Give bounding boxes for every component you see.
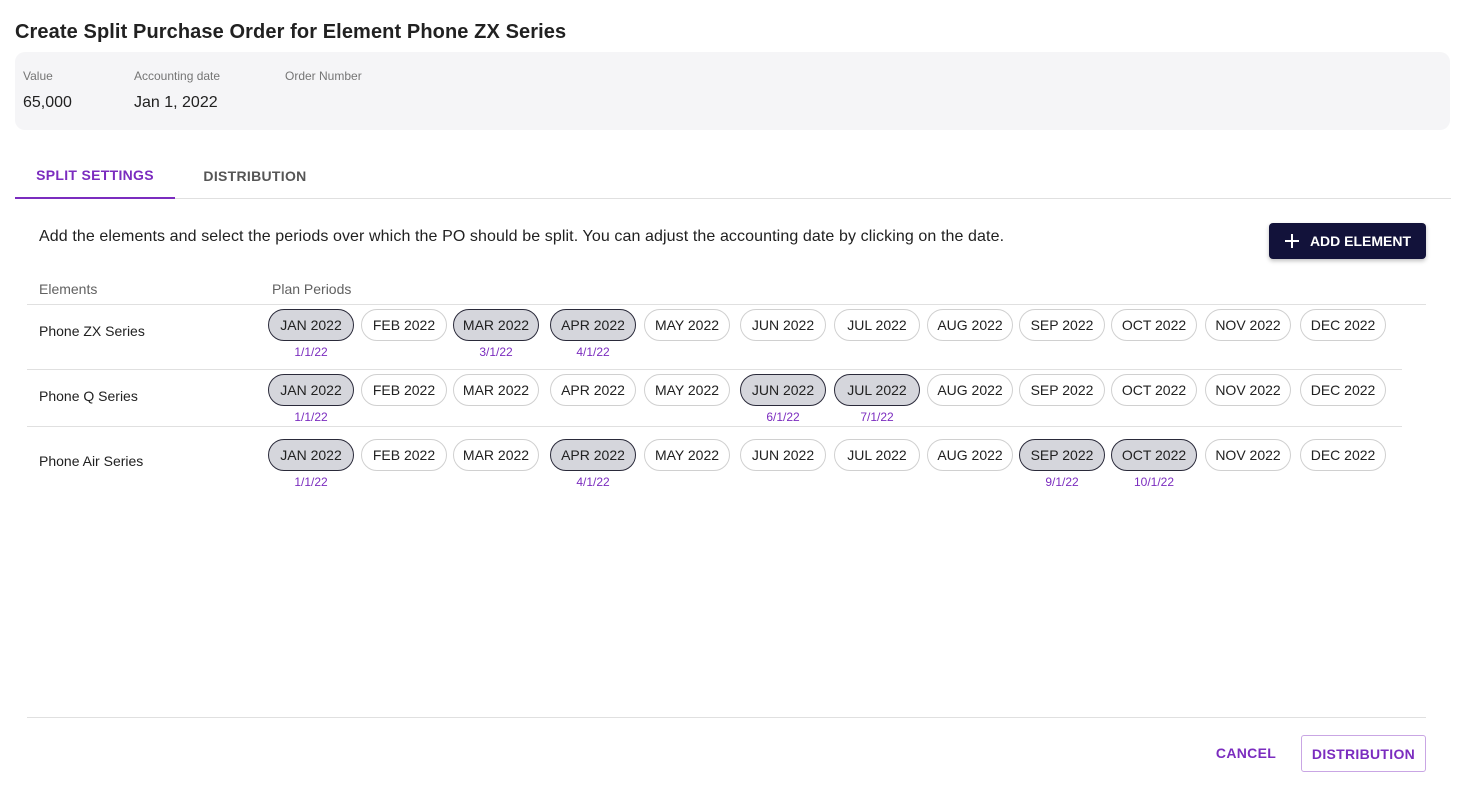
period-chip[interactable]: JAN 2022 — [268, 309, 354, 341]
period-chip[interactable]: OCT 2022 — [1111, 439, 1197, 471]
value-label: Value — [23, 69, 53, 83]
period-chip[interactable]: JUL 2022 — [834, 374, 920, 406]
tab-distribution[interactable]: DISTRIBUTION — [175, 152, 335, 199]
period-chip[interactable]: AUG 2022 — [927, 374, 1013, 406]
element-row: Phone Air Series 1/1/22 JAN 2022 FEB 2022 MA… — [27, 427, 1402, 492]
add-element-button[interactable]: ADD ELEMENT — [1269, 223, 1426, 259]
distribution-button[interactable]: DISTRIBUTION — [1301, 735, 1426, 772]
period-chip[interactable]: FEB 2022 — [361, 309, 447, 341]
period-chip[interactable]: OCT 2022 — [1111, 374, 1197, 406]
period-chip[interactable]: DEC 2022 — [1300, 309, 1386, 341]
period-chip[interactable]: AUG 2022 — [927, 439, 1013, 471]
accounting-date-link[interactable]: 1/1/22 — [268, 410, 354, 424]
period-chip[interactable]: DEC 2022 — [1300, 374, 1386, 406]
period-chip[interactable]: NOV 2022 — [1205, 439, 1291, 471]
accounting-date-label: Accounting date — [134, 69, 221, 83]
period-chip[interactable]: NOV 2022 — [1205, 309, 1291, 341]
element-name: Phone Air Series — [39, 453, 144, 469]
elements-column-header: Elements — [39, 281, 98, 297]
accounting-date-link[interactable]: 7/1/22 — [834, 410, 920, 424]
accounting-date-link[interactable]: 3/1/22 — [453, 345, 539, 359]
period-chip[interactable]: OCT 2022 — [1111, 309, 1197, 341]
footer-divider — [27, 717, 1426, 718]
tab-bar: SPLIT SETTINGS DISTRIBUTION — [15, 152, 1451, 199]
accounting-date-value: Jan 1, 2022 — [134, 94, 218, 111]
period-chip[interactable]: MAY 2022 — [644, 439, 730, 471]
period-chip[interactable]: FEB 2022 — [361, 374, 447, 406]
accounting-date-link[interactable]: 1/1/22 — [268, 345, 354, 359]
period-chip[interactable]: MAR 2022 — [453, 309, 539, 341]
period-chip[interactable]: JUL 2022 — [834, 439, 920, 471]
period-chip[interactable]: MAR 2022 — [453, 439, 539, 471]
element-name: Phone ZX Series — [39, 323, 145, 339]
dialog-title: Create Split Purchase Order for Element … — [15, 21, 567, 43]
period-chip[interactable]: JUN 2022 — [740, 439, 826, 471]
order-summary: Value 65,000 Accounting date Jan 1, 2022… — [15, 52, 1450, 130]
accounting-date-link[interactable]: 6/1/22 — [740, 410, 826, 424]
period-chip[interactable]: AUG 2022 — [927, 309, 1013, 341]
period-chip[interactable]: MAY 2022 — [644, 374, 730, 406]
instructions-text: Add the elements and select the periods … — [39, 228, 1005, 245]
period-chip[interactable]: JUN 2022 — [740, 309, 826, 341]
element-row: Phone Q Series 1/1/22 JAN 2022 FEB 2022 MAR … — [27, 362, 1402, 427]
period-chip[interactable]: MAY 2022 — [644, 309, 730, 341]
period-chip[interactable]: DEC 2022 — [1300, 439, 1386, 471]
period-chip[interactable]: APR 2022 — [550, 374, 636, 406]
plus-icon — [1284, 234, 1299, 248]
period-chip[interactable]: SEP 2022 — [1019, 439, 1105, 471]
period-chip[interactable]: JAN 2022 — [268, 439, 354, 471]
element-row: Phone ZX Series 1/1/22 JAN 2022 FEB 2022 3/1… — [27, 305, 1402, 370]
period-chip[interactable]: APR 2022 — [550, 309, 636, 341]
accounting-date-link[interactable]: 1/1/22 — [268, 475, 354, 489]
add-element-label: ADD ELEMENT — [1309, 233, 1412, 249]
accounting-date-link[interactable]: 9/1/22 — [1019, 475, 1105, 489]
period-chip[interactable]: SEP 2022 — [1019, 309, 1105, 341]
period-chip[interactable]: MAR 2022 — [453, 374, 539, 406]
element-name: Phone Q Series — [39, 388, 138, 404]
plan-periods-column-header: Plan Periods — [272, 281, 352, 297]
value-amount: 65,000 — [23, 94, 72, 111]
accounting-date-link[interactable]: 4/1/22 — [550, 475, 636, 489]
period-chip[interactable]: JUN 2022 — [740, 374, 826, 406]
order-number-label: Order Number — [285, 69, 362, 83]
accounting-date-link[interactable]: 10/1/22 — [1111, 475, 1197, 489]
period-chip[interactable]: APR 2022 — [550, 439, 636, 471]
accounting-date-link[interactable]: 4/1/22 — [550, 345, 636, 359]
period-chip[interactable]: JAN 2022 — [268, 374, 354, 406]
cancel-button[interactable]: CANCEL — [1206, 735, 1286, 771]
period-chip[interactable]: SEP 2022 — [1019, 374, 1105, 406]
tab-split-settings[interactable]: SPLIT SETTINGS — [15, 152, 175, 199]
period-chip[interactable]: JUL 2022 — [834, 309, 920, 341]
period-chip[interactable]: FEB 2022 — [361, 439, 447, 471]
period-chip[interactable]: NOV 2022 — [1205, 374, 1291, 406]
